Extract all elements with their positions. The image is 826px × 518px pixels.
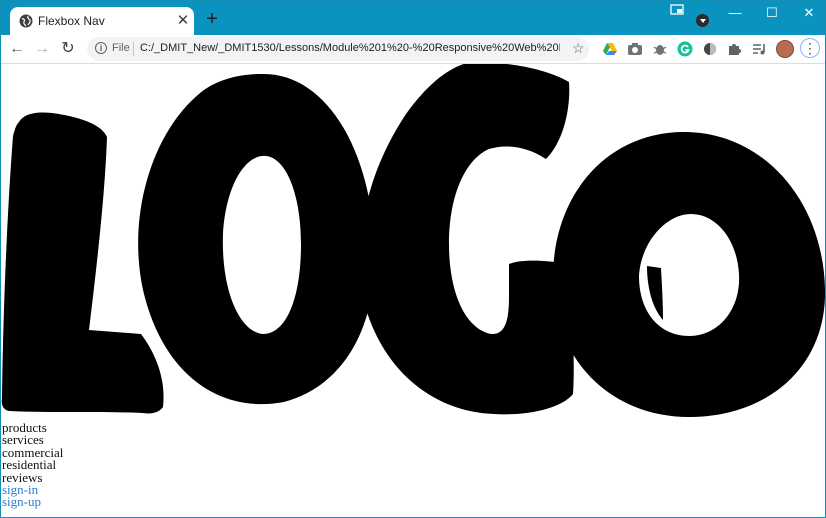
logo-o-highlight	[647, 266, 663, 320]
new-tab-button[interactable]: +	[202, 9, 222, 29]
maximize-button[interactable]: ☐	[753, 1, 791, 25]
browser-window: Flexbox Nav ✕ + — ☐ ✕ ← → ↻ i File C:/_D…	[0, 0, 826, 518]
tab-title: Flexbox Nav	[38, 14, 105, 28]
logo-letter-o	[138, 73, 375, 405]
tab-active[interactable]: Flexbox Nav ✕	[10, 7, 194, 35]
back-arrow-icon[interactable]: ←	[8, 40, 26, 58]
info-icon[interactable]: i	[95, 42, 107, 54]
dark-circle-icon[interactable]	[702, 41, 718, 57]
cast-icon[interactable]	[670, 4, 684, 16]
close-icon[interactable]: ✕	[175, 13, 191, 29]
camera-icon[interactable]	[627, 41, 643, 57]
primary-nav: products services commercial residential…	[2, 421, 63, 509]
logo-letter-g	[360, 64, 574, 415]
google-drive-icon[interactable]	[602, 41, 618, 57]
kebab-menu-icon[interactable]: ⋮	[800, 38, 820, 58]
reload-icon[interactable]: ↻	[59, 40, 77, 58]
sign-up-link[interactable]: sign-up	[2, 495, 63, 508]
forward-arrow-icon[interactable]: →	[33, 40, 51, 58]
url-text[interactable]: C:/_DMIT_New/_DMIT1530/Lessons/Module%20…	[140, 42, 560, 54]
close-window-button[interactable]: ✕	[790, 1, 825, 25]
page-content: products services commercial residential…	[1, 64, 825, 517]
puzzle-icon[interactable]	[726, 41, 742, 57]
scheme-label: File	[112, 42, 130, 54]
logo-image	[1, 64, 825, 418]
star-icon[interactable]: ☆	[572, 40, 585, 57]
divider	[133, 42, 134, 56]
profile-dropdown-icon[interactable]	[696, 14, 709, 27]
bug-icon[interactable]	[652, 41, 668, 57]
logo-letter-o-large	[552, 131, 825, 418]
browser-toolbar: ← → ↻ i File C:/_DMIT_New/_DMIT1530/Less…	[1, 35, 825, 64]
minimize-button[interactable]: —	[716, 1, 754, 25]
address-bar[interactable]: i File C:/_DMIT_New/_DMIT1530/Lessons/Mo…	[87, 37, 589, 61]
title-bar: Flexbox Nav ✕ + — ☐ ✕	[1, 1, 825, 35]
grammarly-icon[interactable]	[677, 41, 693, 57]
avatar[interactable]	[776, 40, 794, 58]
media-queue-icon[interactable]	[751, 41, 767, 57]
globe-icon	[19, 14, 33, 28]
